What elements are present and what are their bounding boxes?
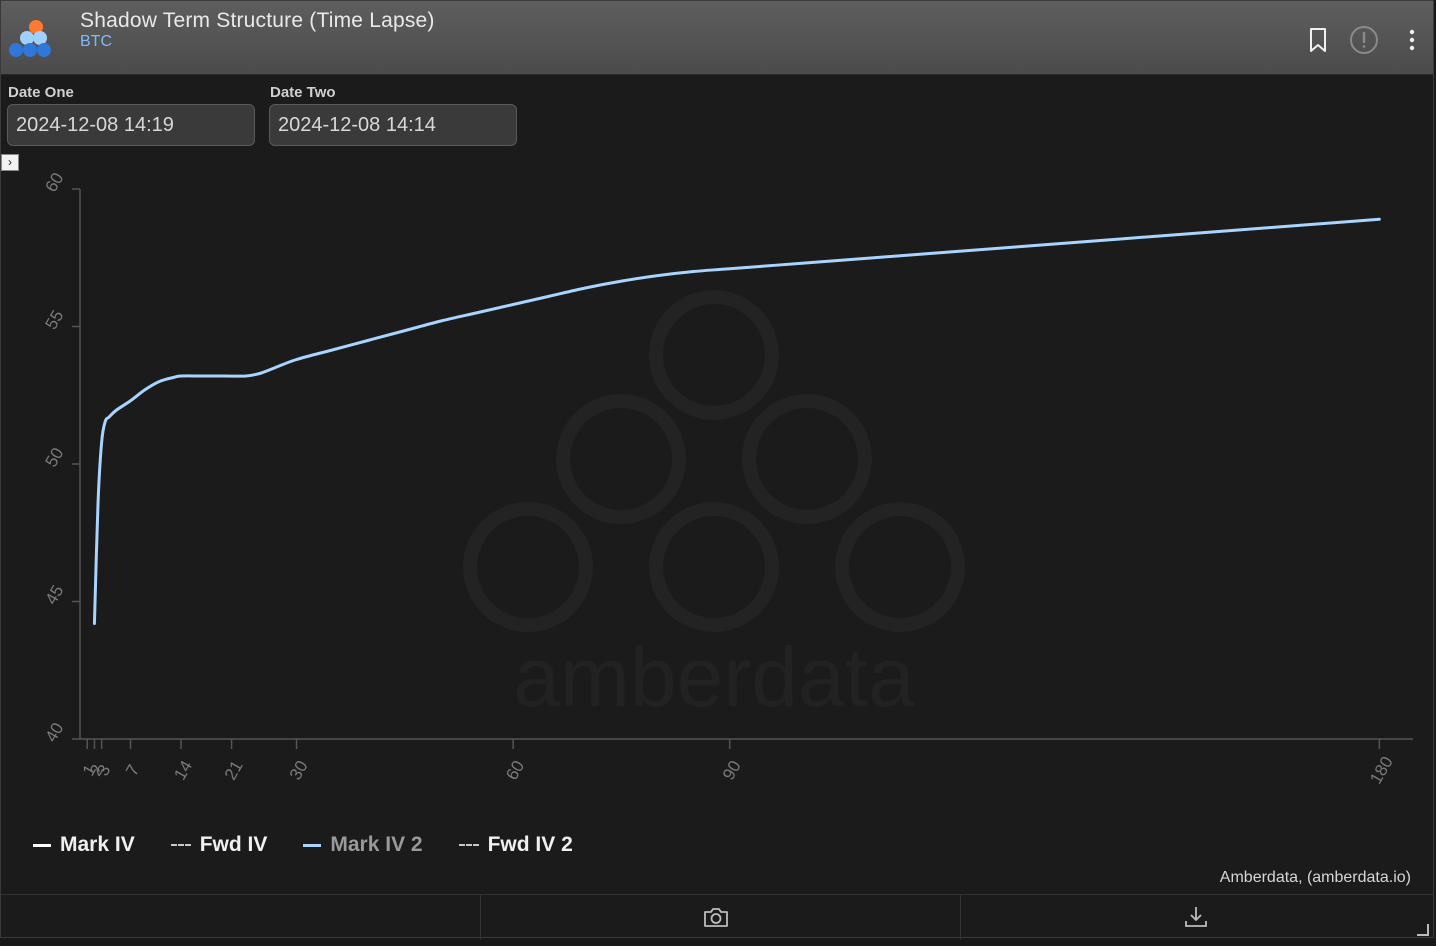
- x-tick-label: 7: [122, 761, 143, 779]
- series-layer: [92, 217, 1381, 625]
- resize-handle-icon[interactable]: [1417, 924, 1429, 936]
- legend-item[interactable]: Mark IV 2: [303, 833, 423, 857]
- legend-swatch: [170, 844, 191, 846]
- y-tick-label: 40: [41, 719, 67, 745]
- alert-icon[interactable]: [1349, 25, 1379, 55]
- amberdata-logo-icon: [9, 20, 51, 57]
- legend-label: Mark IV: [60, 833, 135, 856]
- date-one-label: Date One: [8, 84, 74, 101]
- footer-cell-left: [1, 895, 481, 940]
- date-two-label: Date Two: [270, 84, 336, 101]
- chart-legend: Mark IV Fwd IV Mark IV 2 Fwd IV 2: [33, 831, 609, 859]
- y-tick-label: 55: [41, 307, 67, 333]
- watermark-text: amberdata: [513, 630, 915, 724]
- legend-swatch: [303, 843, 322, 847]
- camera-icon[interactable]: [702, 904, 730, 930]
- x-tick-label: 180: [1366, 753, 1397, 787]
- footer-cell-middle: [480, 895, 961, 940]
- x-tick-label: 14: [170, 757, 196, 783]
- widget-footer: [1, 894, 1433, 940]
- widget-header: Shadow Term Structure (Time Lapse) BTC: [1, 1, 1433, 75]
- series-line-mark-iv-2: [92, 217, 1381, 625]
- y-tick-label: 45: [41, 582, 67, 608]
- footer-cell-right: [960, 895, 1435, 940]
- legend-label: Fwd IV 2: [487, 833, 573, 856]
- x-tick-label: 60: [502, 757, 528, 783]
- date-one-input[interactable]: [7, 104, 255, 146]
- x-tick-label: 21: [221, 757, 247, 783]
- asset-label: BTC: [80, 33, 112, 50]
- legend-swatch: [33, 843, 51, 847]
- y-tick-label: 50: [41, 444, 67, 470]
- chevron-right-icon: ›: [8, 155, 12, 169]
- legend-item[interactable]: Fwd IV: [170, 833, 268, 857]
- download-icon[interactable]: [1182, 904, 1210, 930]
- widget-title: Shadow Term Structure (Time Lapse): [80, 9, 435, 32]
- amberdata-watermark: amberdata: [463, 290, 965, 724]
- x-tick-label: 90: [719, 757, 745, 783]
- date-two-input[interactable]: [269, 104, 517, 146]
- legend-item[interactable]: Fwd IV 2: [458, 833, 573, 857]
- legend-item[interactable]: Mark IV: [33, 833, 135, 857]
- legend-swatch: [458, 844, 479, 846]
- legend-label: Mark IV 2: [330, 833, 423, 856]
- more-icon[interactable]: [1397, 25, 1427, 55]
- legend-label: Fwd IV: [199, 833, 268, 856]
- expand-toggle-button[interactable]: ›: [1, 154, 19, 171]
- term-structure-chart: amberdata 4045505560123 7 14 21 30 60 90 180: [41, 171, 1413, 787]
- bookmark-icon[interactable]: [1303, 25, 1333, 55]
- x-tick-label: 30: [286, 757, 312, 783]
- widget-window: Shadow Term Structure (Time Lapse) BTC D…: [0, 0, 1434, 940]
- y-tick-label: 60: [41, 171, 67, 195]
- data-credit: Amberdata, (amberdata.io): [1219, 869, 1411, 886]
